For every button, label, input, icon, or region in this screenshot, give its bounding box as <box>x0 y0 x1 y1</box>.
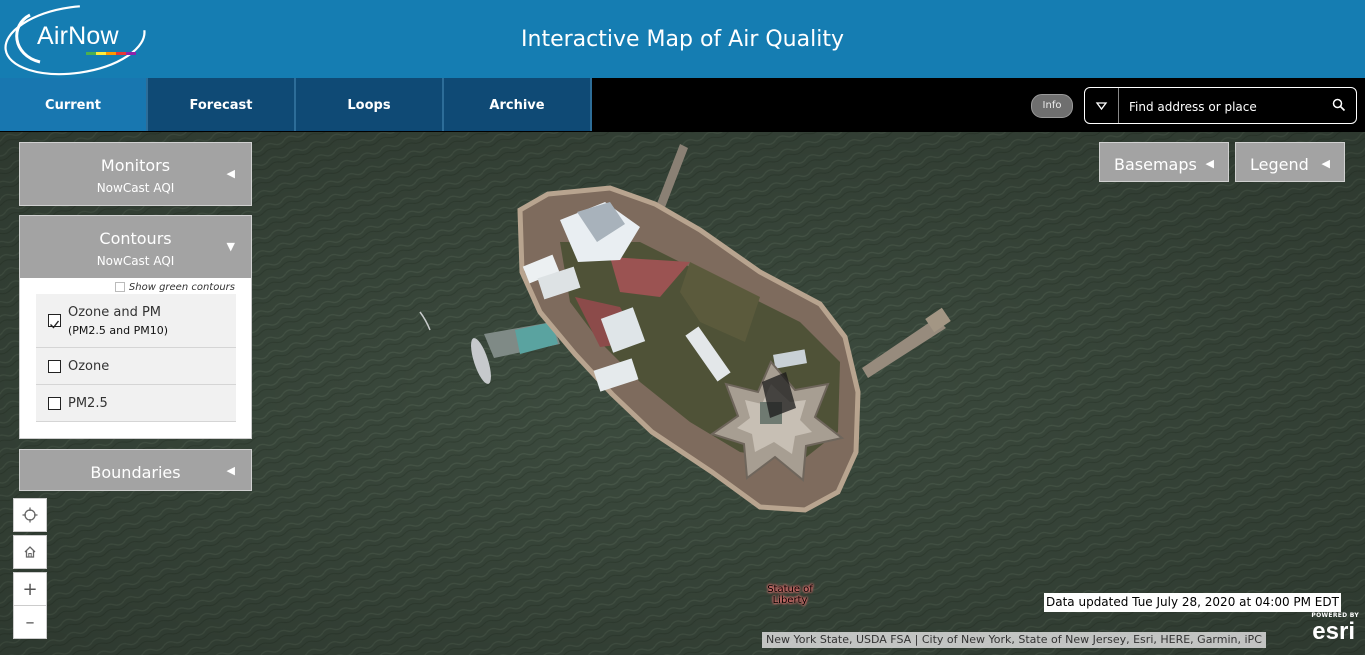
map-attribution: New York State, USDA FSA | City of New Y… <box>762 632 1266 648</box>
page-title: Interactive Map of Air Quality <box>521 27 844 52</box>
monitors-panel-header[interactable]: Monitors NowCast AQI ◀ <box>19 142 252 206</box>
nav-bar: Current Forecast Loops Archive Info <box>0 78 1365 132</box>
boundaries-title: Boundaries <box>90 463 181 482</box>
checkbox-unchecked[interactable] <box>48 360 61 373</box>
collapse-arrow-icon: ◀ <box>226 167 235 180</box>
collapse-arrow-icon: ◀ <box>226 464 235 477</box>
monitors-subtitle: NowCast AQI <box>96 181 175 195</box>
info-button[interactable]: Info <box>1031 94 1073 118</box>
option-label: Ozone <box>68 359 110 374</box>
data-updated-label: Data updated Tue July 28, 2020 at 04:00 … <box>1044 593 1341 612</box>
search-box <box>1084 87 1357 125</box>
contour-option-ozone-pm[interactable]: Ozone and PM (PM2.5 and PM10) <box>36 294 236 348</box>
expand-arrow-icon: ▼ <box>226 240 235 253</box>
esri-logo[interactable]: POWERED BY esri <box>1297 612 1359 648</box>
zoom-in-button[interactable]: + <box>13 572 47 606</box>
contours-panel-header[interactable]: Contours NowCast AQI ▼ <box>19 215 252 279</box>
collapse-arrow-icon: ◀ <box>1321 157 1330 170</box>
place-label-line2: Liberty <box>772 595 808 606</box>
chevron-down-icon <box>1095 102 1108 111</box>
basemaps-button[interactable]: Basemaps ◀ <box>1099 142 1229 182</box>
show-green-contours-toggle[interactable]: Show green contours <box>114 282 235 293</box>
basemaps-label: Basemaps <box>1114 155 1197 174</box>
checkbox-checked[interactable] <box>48 314 61 329</box>
search-source-dropdown[interactable] <box>1085 88 1119 123</box>
green-contours-label: Show green contours <box>128 282 235 293</box>
statue-of-liberty-label: Statue of Liberty <box>752 584 828 606</box>
contours-subtitle: NowCast AQI <box>96 254 175 268</box>
tab-current[interactable]: Current <box>0 78 148 131</box>
checkmark-icon <box>50 320 60 329</box>
collapse-arrow-icon: ◀ <box>1205 157 1214 170</box>
search-icon[interactable] <box>1332 98 1346 112</box>
monitors-title: Monitors <box>100 156 171 175</box>
locate-button[interactable] <box>13 498 47 532</box>
tab-loops[interactable]: Loops <box>296 78 444 131</box>
app-header: AirNow Interactive Map of Air Quality <box>0 0 1365 78</box>
contours-title: Contours <box>99 229 172 248</box>
boundaries-panel-header[interactable]: Boundaries ◀ <box>19 449 252 491</box>
tab-archive[interactable]: Archive <box>444 78 592 131</box>
contours-panel-body: Show green contours Ozone and PM (PM2.5 … <box>19 278 252 439</box>
zoom-out-button[interactable]: – <box>13 605 47 639</box>
place-label-line1: Statue of <box>767 584 813 595</box>
option-sublabel: (PM2.5 and PM10) <box>68 324 169 337</box>
option-label: Ozone and PM <box>68 305 162 320</box>
home-button[interactable] <box>13 535 47 569</box>
tab-forecast[interactable]: Forecast <box>148 78 296 131</box>
option-label: PM2.5 <box>68 396 108 411</box>
contour-option-ozone[interactable]: Ozone <box>36 348 236 385</box>
home-icon <box>24 546 36 558</box>
legend-button[interactable]: Legend ◀ <box>1235 142 1345 182</box>
esri-wordmark: esri <box>1312 618 1355 645</box>
locate-icon <box>22 507 38 523</box>
contour-option-pm25[interactable]: PM2.5 <box>36 385 236 422</box>
search-input[interactable] <box>1119 88 1331 125</box>
legend-label: Legend <box>1250 155 1309 174</box>
green-contours-checkbox[interactable] <box>114 282 125 292</box>
checkbox-unchecked[interactable] <box>48 397 61 410</box>
